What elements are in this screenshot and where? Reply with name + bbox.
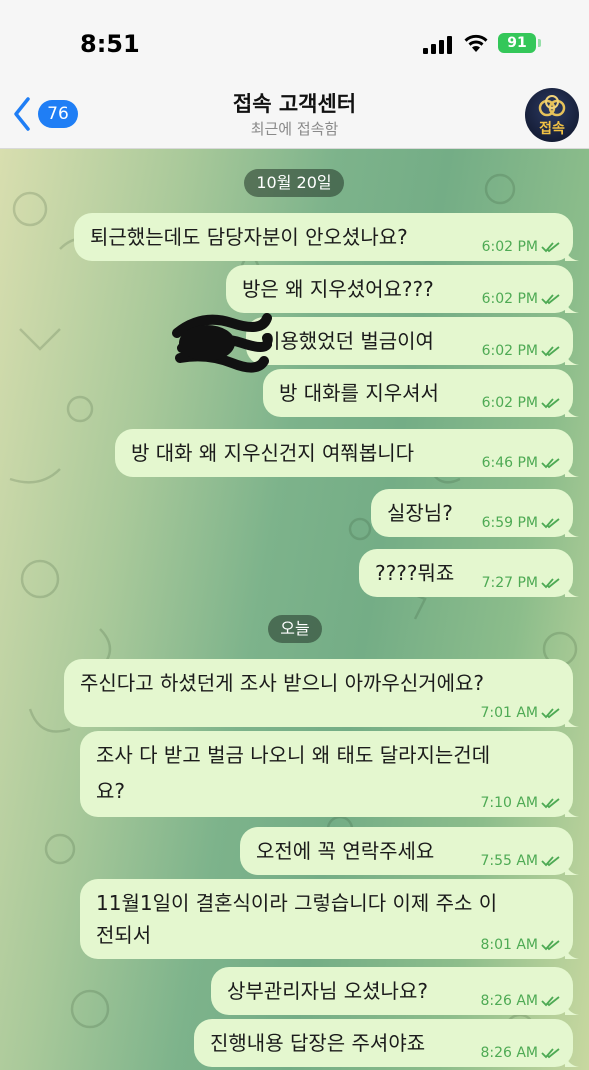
double-check-icon xyxy=(541,708,560,719)
message-meta: 6:59 PM xyxy=(482,515,561,531)
message-time: 7:01 AM xyxy=(480,705,538,721)
message-time: 7:55 AM xyxy=(480,853,538,869)
message-bubble[interactable]: 이용했었던 벌금이여 6:02 PM xyxy=(246,317,579,365)
wifi-icon xyxy=(464,34,488,52)
double-check-icon xyxy=(541,940,560,951)
message-bubble[interactable]: ????뭐죠 7:27 PM xyxy=(359,549,579,597)
bubble-tail xyxy=(565,861,579,875)
message-meta: 7:27 PM xyxy=(482,575,561,591)
message-text: 11월1일이 결혼식이라 그렇습니다 이제 주소 이 전되서 xyxy=(96,889,497,949)
message-text: 오전에 꼭 연락주세요 xyxy=(256,839,435,863)
message-text: 방은 왜 지우셨어요??? xyxy=(242,277,434,301)
battery-tip xyxy=(538,39,541,47)
message-text: 퇴근했는데도 담당자분이 안오셨나요? xyxy=(90,225,408,249)
message-bubble[interactable]: 상부관리자님 오셨나요? 8:26 AM xyxy=(211,967,579,1015)
message-bubble[interactable]: 방 대화 왜 지우신건지 여쭤봅니다 6:46 PM xyxy=(115,429,579,477)
message-meta: 6:02 PM xyxy=(482,343,561,359)
message-meta: 6:46 PM xyxy=(482,455,561,471)
double-check-icon xyxy=(541,458,560,469)
double-check-icon xyxy=(541,294,560,305)
double-check-icon xyxy=(541,518,560,529)
message-text: 실장님? xyxy=(387,501,453,525)
message-bubble[interactable]: 방은 왜 지우셨어요??? 6:02 PM xyxy=(226,265,579,313)
bubble-tail xyxy=(565,299,579,313)
message-time: 8:26 AM xyxy=(480,1045,538,1061)
message-text: 조사 다 받고 벌금 나오니 왜 태도 달라지는건데 요? xyxy=(96,741,490,805)
message-text: 상부관리자님 오셨나요? xyxy=(227,979,428,1003)
message-bubble[interactable]: 실장님? 6:59 PM xyxy=(371,489,579,537)
message-bubble[interactable]: 오전에 꼭 연락주세요 7:55 AM xyxy=(240,827,579,875)
message-time: 6:02 PM xyxy=(481,239,538,255)
bubble-tail xyxy=(565,523,579,537)
double-check-icon xyxy=(541,398,560,409)
message-bubble[interactable]: 진행내용 답장은 주셔야죠 8:26 AM xyxy=(194,1019,579,1067)
message-bubble[interactable]: 주신다고 하셨던게 조사 받으니 아까우신거에요? 7:01 AM xyxy=(64,659,579,727)
chat-area[interactable]: 10월 20일 퇴근했는데도 담당자분이 안오셨나요? 6:02 PM 방은 왜… xyxy=(0,149,589,1070)
message-meta: 8:26 AM xyxy=(480,993,561,1009)
message-bubble[interactable]: 11월1일이 결혼식이라 그렇습니다 이제 주소 이 전되서 8:01 AM xyxy=(80,879,579,959)
message-time: 8:01 AM xyxy=(480,937,538,953)
bubble-tail xyxy=(565,945,579,959)
battery-icon: 91 xyxy=(498,33,536,53)
message-text: 이용했었던 벌금이여 xyxy=(262,329,434,353)
bubble-tail xyxy=(565,803,579,817)
bubble-tail xyxy=(565,247,579,261)
chat-header: 76 접속 고객센터 최근에 접속함 접속 xyxy=(0,80,589,149)
bubble-tail xyxy=(565,1001,579,1015)
message-time: 7:10 AM xyxy=(480,795,538,811)
message-line: 요? xyxy=(96,779,126,803)
message-time: 8:26 AM xyxy=(480,993,538,1009)
cellular-signal-icon xyxy=(423,36,453,54)
message-line: 11월1일이 결혼식이라 그렇습니다 이제 주소 이 xyxy=(96,891,498,915)
avatar[interactable]: 접속 xyxy=(525,88,579,142)
message-meta: 6:02 PM xyxy=(482,239,561,255)
message-meta: 7:55 AM xyxy=(480,853,561,869)
bubble-tail xyxy=(565,713,579,727)
message-time: 6:59 PM xyxy=(481,515,538,531)
message-time: 6:02 PM xyxy=(481,343,538,359)
message-text: ????뭐죠 xyxy=(375,561,455,585)
bubble-tail xyxy=(565,1053,579,1067)
avatar-label: 접속 xyxy=(539,121,565,137)
message-meta: 8:01 AM xyxy=(480,937,561,953)
message-time: 7:27 PM xyxy=(481,575,538,591)
bubble-tail xyxy=(565,463,579,477)
message-line: 전되서 xyxy=(96,923,152,947)
last-seen-status: 최근에 접속함 xyxy=(250,120,339,138)
message-meta: 7:01 AM xyxy=(480,705,561,721)
double-check-icon xyxy=(541,346,560,357)
message-meta: 7:10 AM xyxy=(480,795,561,811)
double-check-icon xyxy=(541,242,560,253)
date-separator: 10월 20일 xyxy=(244,169,344,197)
double-check-icon xyxy=(541,856,560,867)
chat-title[interactable]: 접속 고객센터 xyxy=(0,88,589,118)
message-meta: 6:02 PM xyxy=(482,291,561,307)
status-bar: 8:51 91 xyxy=(0,0,589,80)
double-check-icon xyxy=(541,578,560,589)
message-bubble[interactable]: 조사 다 받고 벌금 나오니 왜 태도 달라지는건데 요? 7:10 AM xyxy=(80,731,579,817)
bubble-tail xyxy=(565,403,579,417)
status-time: 8:51 xyxy=(80,30,140,58)
message-text: 방 대화 왜 지우신건지 여쭤봅니다 xyxy=(131,441,415,465)
message-text: 진행내용 답장은 주셔야죠 xyxy=(210,1031,426,1055)
redaction-scribble xyxy=(172,313,272,373)
message-text: 방 대화를 지우셔서 xyxy=(279,381,439,405)
double-check-icon xyxy=(541,798,560,809)
message-bubble[interactable]: 방 대화를 지우셔서 6:02 PM xyxy=(263,369,579,417)
message-time: 6:02 PM xyxy=(481,395,538,411)
message-meta: 6:02 PM xyxy=(482,395,561,411)
message-meta: 8:26 AM xyxy=(480,1045,561,1061)
message-text: 주신다고 하셨던게 조사 받으니 아까우신거에요? xyxy=(80,671,485,695)
bubble-tail xyxy=(565,351,579,365)
date-separator: 오늘 xyxy=(268,615,322,643)
message-line: 조사 다 받고 벌금 나오니 왜 태도 달라지는건데 xyxy=(96,743,491,767)
message-bubble[interactable]: 퇴근했는데도 담당자분이 안오셨나요? 6:02 PM xyxy=(74,213,579,261)
message-time: 6:02 PM xyxy=(481,291,538,307)
message-time: 6:46 PM xyxy=(481,455,538,471)
bubble-tail xyxy=(565,583,579,597)
double-check-icon xyxy=(541,996,560,1007)
double-check-icon xyxy=(541,1048,560,1059)
